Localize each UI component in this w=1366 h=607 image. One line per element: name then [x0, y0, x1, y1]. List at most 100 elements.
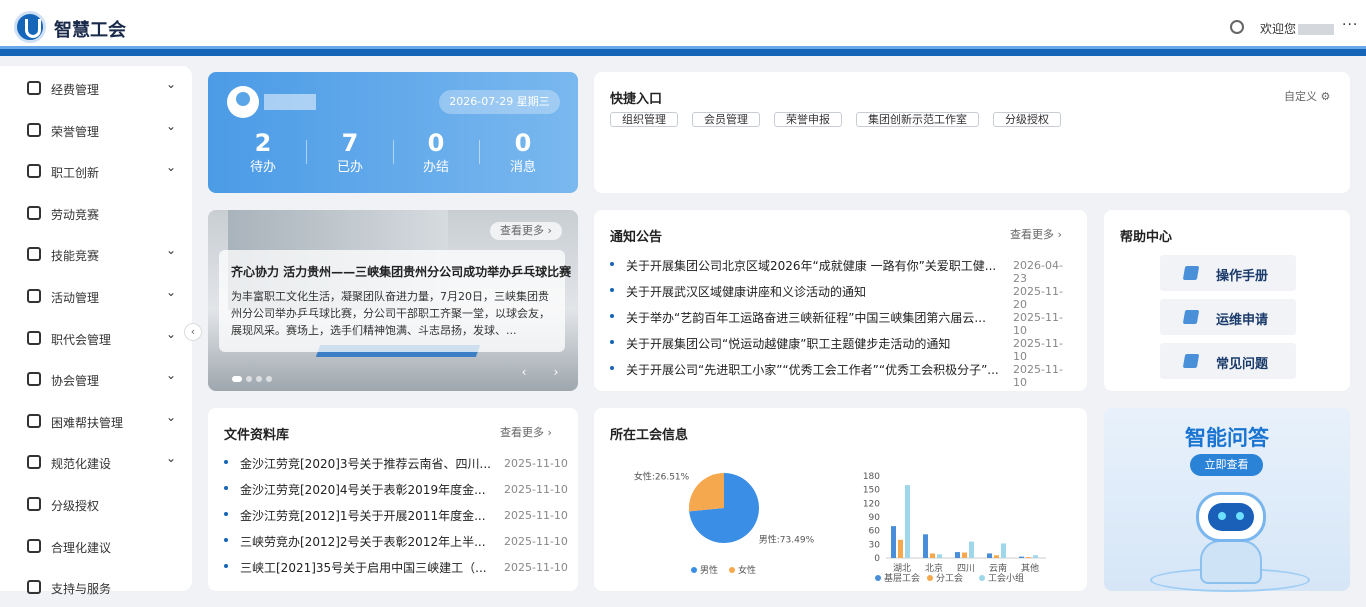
- tag-member[interactable]: 会员管理: [692, 112, 760, 127]
- notice-title: 通知公告: [610, 230, 663, 245]
- carousel-next-icon[interactable]: ›: [546, 362, 566, 382]
- sidebar-item-label: 技能竞赛: [51, 249, 100, 264]
- y-tick: 180: [863, 472, 880, 482]
- banner-more-link[interactable]: 查看更多 ›: [490, 222, 562, 240]
- book-icon: [1182, 266, 1200, 280]
- bar-工会小组-北京: [937, 554, 942, 558]
- sidebar-item-label: 分级授权: [51, 499, 100, 513]
- list-item[interactable]: 关于开展集团公司北京区域2026年“成就健康 一路有你”关爱职工健... 2026…: [610, 255, 1070, 285]
- list-item[interactable]: 关于开展武汉区域健康讲座和义诊活动的通知 2025-11-20: [610, 281, 1070, 311]
- chevron-down-icon: ⌄: [166, 243, 177, 258]
- support-icon: [27, 580, 41, 595]
- stat-done[interactable]: 7 已办: [310, 128, 390, 178]
- sidebar-item-9[interactable]: 规范化建设 ⌄: [0, 442, 192, 482]
- manual-button[interactable]: 操作手册: [1160, 255, 1296, 291]
- files-more-link[interactable]: 查看更多 ›: [500, 424, 552, 440]
- tag-innovation[interactable]: 集团创新示范工作室: [856, 112, 979, 127]
- ai-qa-card[interactable]: 智能问答 立即查看: [1104, 408, 1350, 592]
- sidebar-item-1[interactable]: 荣誉管理 ⌄: [0, 110, 192, 150]
- sidebar-item-label: 规范化建设: [51, 457, 112, 472]
- list-item[interactable]: 关于举办“艺韵百年工运路奋进三峡新征程”中国三峡集团第六届云... 2025-11…: [610, 307, 1070, 337]
- hierarchy-icon: [27, 497, 41, 511]
- pie-label: 男性:73.49%: [759, 534, 815, 546]
- bar-工会小组-四川: [969, 541, 974, 558]
- avatar[interactable]: [227, 86, 259, 118]
- chevron-down-icon: ⌄: [166, 368, 177, 383]
- sidebar: 经费管理 ⌄ 荣誉管理 ⌄ 职工创新 ⌄ 劳动竞赛 技能竞赛 ⌄ 活动管理 ⌄ 职代会管理 ⌄ 协会管理 ⌄…: [0, 66, 192, 596]
- people-icon: [27, 205, 41, 220]
- pie-slice-女性: [689, 473, 724, 512]
- list-item[interactable]: 关于开展公司“先进职工小家”“优秀工会工作者”“优秀工会积极分子”... 2025…: [610, 359, 1070, 389]
- ai-title: 智能问答: [1185, 426, 1269, 450]
- money-icon: [27, 81, 41, 95]
- legend-swatch: [979, 575, 985, 581]
- sidebar-item-11[interactable]: 合理化建议: [0, 526, 192, 566]
- chevron-down-icon: ⌄: [166, 285, 177, 299]
- x-tick: 其他: [1021, 562, 1039, 574]
- sidebar-item-6[interactable]: 职代会管理 ⌄: [0, 318, 192, 358]
- group-icon: [27, 289, 41, 303]
- faq-button[interactable]: 常见问题: [1160, 343, 1296, 379]
- sidebar-item-4[interactable]: 技能竞赛 ⌄: [0, 234, 192, 274]
- y-tick: 120: [863, 499, 880, 509]
- chevron-down-icon: ⌄: [166, 77, 177, 91]
- bar-基层工会-云南: [987, 553, 992, 558]
- legend-label: 工会小组: [988, 572, 1024, 584]
- bar-工会小组-湖北: [905, 485, 910, 558]
- help-title: 帮助中心: [1120, 230, 1173, 245]
- sidebar-item-0[interactable]: 经费管理 ⌄: [0, 68, 192, 108]
- sidebar-item-5[interactable]: 活动管理 ⌄: [0, 276, 192, 316]
- legend-label: 女性: [738, 564, 756, 576]
- ops-request-button[interactable]: 运维申请: [1160, 299, 1296, 335]
- map-icon: [27, 455, 41, 470]
- x-tick: 湖北: [893, 563, 911, 574]
- stat-messages[interactable]: 0 消息: [483, 128, 563, 178]
- header-bar: [0, 46, 1366, 56]
- app-title: 智慧工会: [54, 20, 126, 41]
- user-summary-card: 2026-07-29 星期三 2 待办 7 已办 0 办结 0 消息: [208, 72, 578, 193]
- y-tick: 30: [869, 540, 881, 550]
- collapse-sidebar-button[interactable]: ‹: [184, 323, 202, 341]
- tag-authorize[interactable]: 分级授权: [993, 112, 1061, 127]
- ai-view-button[interactable]: 立即查看: [1190, 454, 1263, 476]
- bar-分工会-湖北: [898, 539, 903, 558]
- news-banner[interactable]: 查看更多 › 齐心协力 活力贵州——三峡集团贵州分公司成功举办乒乓球比赛 为丰富…: [208, 210, 578, 391]
- files-card: 文件资料库 查看更多 › 金沙江劳竞[2020]3号关于推荐云南省、四川... 2…: [208, 408, 578, 591]
- sidebar-item-label: 职代会管理: [51, 332, 112, 347]
- association-icon: [27, 372, 41, 387]
- skill-icon: [27, 247, 41, 262]
- list-item[interactable]: 关于开展集团公司“悦运动越健康”职工主题健步走活动的通知 2025-11-10: [610, 333, 1070, 363]
- legend-swatch: [729, 567, 735, 573]
- carousel-dots[interactable]: [232, 371, 276, 385]
- bar-基层工会-北京: [923, 534, 928, 558]
- tag-org[interactable]: 组织管理: [610, 112, 678, 127]
- more-menu-icon[interactable]: ···: [1342, 17, 1358, 33]
- sidebar-item-2[interactable]: 职工创新 ⌄: [0, 151, 192, 191]
- y-tick: 60: [869, 527, 881, 537]
- sidebar-item-label: 经费管理: [51, 83, 100, 97]
- sidebar-item-label: 活动管理: [51, 291, 100, 305]
- carousel-prev-icon[interactable]: ‹: [514, 362, 534, 382]
- y-tick: 0: [874, 554, 880, 564]
- settings-gear-icon[interactable]: [1230, 20, 1244, 34]
- question-icon: [1182, 354, 1200, 368]
- y-tick: 90: [869, 513, 881, 523]
- bar-分工会-四川: [962, 552, 967, 558]
- notice-card: 通知公告 查看更多 › 关于开展集团公司北京区域2026年“成就健康 一路有你”…: [594, 210, 1087, 391]
- sidebar-item-label: 支持与服务: [51, 582, 112, 597]
- chevron-down-icon: ⌄: [166, 118, 177, 133]
- robot-body: [1200, 540, 1262, 584]
- banner-title: 齐心协力 活力贵州——三峡集团贵州分公司成功举办乒乓球比赛: [231, 265, 572, 279]
- stat-finished[interactable]: 0 办结: [396, 128, 476, 178]
- sidebar-item-12[interactable]: 支持与服务: [0, 567, 192, 607]
- tag-honor[interactable]: 荣誉申报: [774, 112, 842, 127]
- notice-more-link[interactable]: 查看更多 ›: [1010, 226, 1062, 242]
- sidebar-item-7[interactable]: 协会管理 ⌄: [0, 359, 192, 399]
- sidebar-item-10[interactable]: 分级授权: [0, 484, 192, 524]
- customize-link[interactable]: 自定义 ⚙: [1284, 88, 1330, 104]
- stat-todo[interactable]: 2 待办: [223, 128, 303, 178]
- sidebar-item-8[interactable]: 困难帮扶管理 ⌄: [0, 401, 192, 441]
- sidebar-item-3[interactable]: 劳动竞赛: [0, 193, 192, 233]
- legend-swatch: [691, 567, 697, 573]
- top-header: 智慧工会 欢迎您 ···: [0, 0, 1366, 56]
